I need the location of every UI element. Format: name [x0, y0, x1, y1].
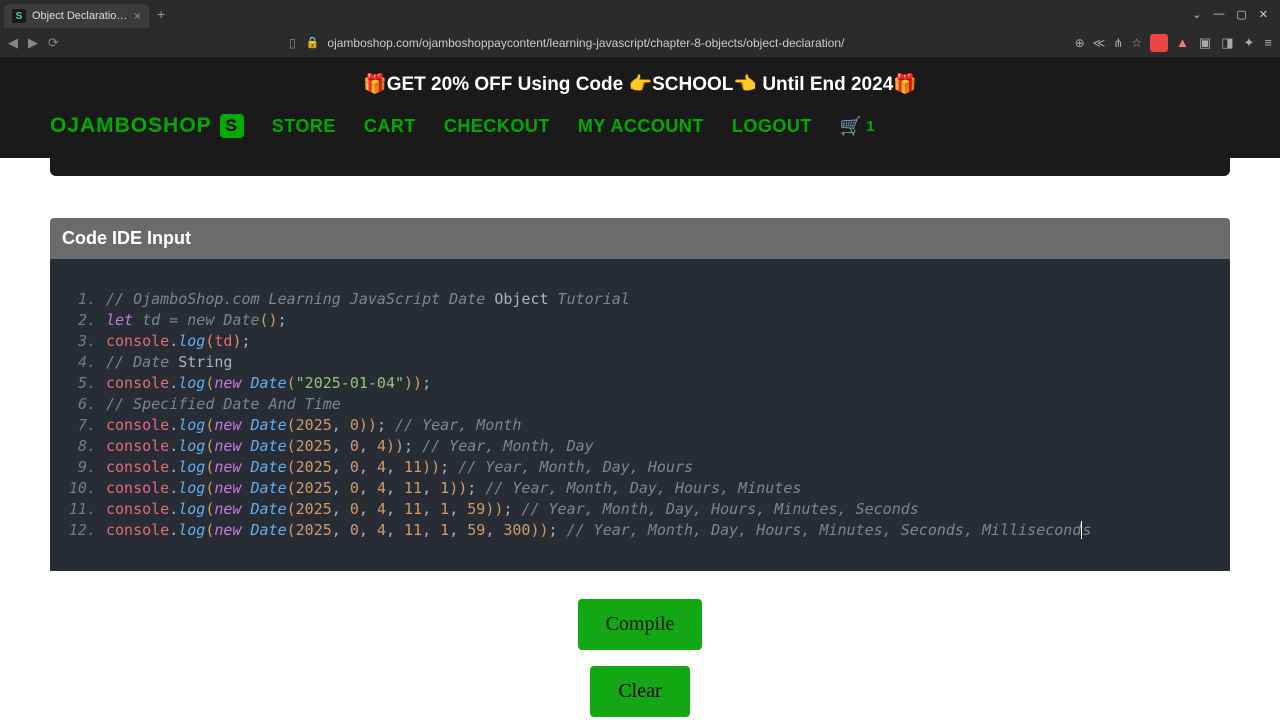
sidebar-icon[interactable]: ◨: [1221, 35, 1233, 51]
site-nav: OJAMBOSHOP S STORE CART CHECKOUT MY ACCO…: [0, 104, 1280, 158]
content-area: Code IDE Input 1.// OjamboShop.com Learn…: [0, 158, 1280, 720]
code-input-header: Code IDE Input: [50, 218, 1230, 259]
maximize-icon[interactable]: ▢: [1236, 8, 1246, 21]
code-line: 7.console.log(new Date(2025, 0)); // Yea…: [54, 415, 1218, 436]
new-tab-button[interactable]: +: [157, 6, 165, 22]
cart-icon: 🛒: [840, 116, 862, 137]
button-row: Compile Clear: [50, 573, 1230, 720]
extension-2-icon[interactable]: ▲: [1176, 35, 1189, 50]
nav-link-checkout[interactable]: CHECKOUT: [444, 116, 550, 137]
code-line: 8.console.log(new Date(2025, 0, 4)); // …: [54, 436, 1218, 457]
promo-text: 🎁GET 20% OFF Using Code 👉SCHOOL👈 Until E…: [363, 74, 917, 95]
code-line: 2.let td = new Date();: [54, 310, 1218, 331]
zoom-icon[interactable]: ⊕: [1075, 36, 1085, 50]
close-icon[interactable]: ×: [134, 9, 141, 23]
promo-banner: 🎁GET 20% OFF Using Code 👉SCHOOL👈 Until E…: [0, 58, 1280, 104]
toolbar-right: ▣ ◨ ✦ ≡: [1199, 35, 1272, 51]
tab-title: Object Declaration - Ojamb: [32, 10, 128, 22]
nav-link-store[interactable]: STORE: [272, 116, 336, 137]
favicon-icon: S: [12, 9, 26, 23]
menu-icon[interactable]: ≡: [1264, 35, 1272, 51]
url-text: ojamboshop.com/ojamboshoppaycontent/lear…: [327, 36, 844, 50]
nav-link-cart[interactable]: CART: [364, 116, 416, 137]
window-controls: ⌄ — ▢ ✕: [1192, 8, 1276, 21]
code-line: 4.// Date String: [54, 352, 1218, 373]
prev-block-bottom: [50, 158, 1230, 176]
forward-button[interactable]: ▶: [28, 35, 38, 51]
cart-widget[interactable]: 🛒 1: [840, 116, 875, 137]
reload-button[interactable]: ⟳: [48, 35, 59, 51]
code-line: 1.// OjamboShop.com Learning JavaScript …: [54, 289, 1218, 310]
code-line: 5.console.log(new Date("2025-01-04"));: [54, 373, 1218, 394]
brand-text: OJAMBOSHOP: [50, 114, 212, 138]
bookmark-star-icon[interactable]: ☆: [1131, 36, 1142, 50]
code-line: 11.console.log(new Date(2025, 0, 4, 11, …: [54, 499, 1218, 520]
page-actions: ⊕ ≪ ⋔ ☆ ▲: [1075, 34, 1189, 52]
browser-titlebar: S Object Declaration - Ojamb × + ⌄ — ▢ ✕: [0, 0, 1280, 28]
cart-count: 1: [866, 118, 874, 135]
code-line: 10.console.log(new Date(2025, 0, 4, 11, …: [54, 478, 1218, 499]
code-input-panel: Code IDE Input 1.// OjamboShop.com Learn…: [50, 218, 1230, 571]
panel-icon[interactable]: ▣: [1199, 35, 1211, 51]
back-button[interactable]: ◀: [8, 35, 18, 51]
share-icon[interactable]: ≪: [1093, 36, 1106, 50]
brand-icon: S: [220, 114, 244, 138]
code-editor[interactable]: 1.// OjamboShop.com Learning JavaScript …: [50, 259, 1230, 571]
compile-button[interactable]: Compile: [578, 599, 703, 650]
rss-icon[interactable]: ⋔: [1113, 36, 1123, 50]
bookmark-empty-icon[interactable]: ▯: [289, 36, 296, 50]
code-line: 12.console.log(new Date(2025, 0, 4, 11, …: [54, 520, 1218, 541]
nav-link-logout[interactable]: LOGOUT: [732, 116, 812, 137]
url-bar[interactable]: ▯ 🔒 ojamboshop.com/ojamboshoppaycontent/…: [69, 36, 1065, 50]
code-line: 3.console.log(td);: [54, 331, 1218, 352]
sparkle-icon[interactable]: ✦: [1244, 35, 1255, 51]
close-window-icon[interactable]: ✕: [1259, 8, 1268, 21]
page-scroll-area[interactable]: 🎁GET 20% OFF Using Code 👉SCHOOL👈 Until E…: [0, 58, 1280, 720]
browser-tab[interactable]: S Object Declaration - Ojamb ×: [4, 4, 149, 28]
brand-logo[interactable]: OJAMBOSHOP S: [50, 114, 244, 138]
code-line: 9.console.log(new Date(2025, 0, 4, 11));…: [54, 457, 1218, 478]
browser-toolbar: ◀ ▶ ⟳ ▯ 🔒 ojamboshop.com/ojamboshoppayco…: [0, 28, 1280, 58]
lock-icon: 🔒: [306, 36, 320, 49]
clear-button[interactable]: Clear: [590, 666, 689, 717]
extension-1-icon[interactable]: [1150, 34, 1168, 52]
minimize-icon[interactable]: —: [1213, 8, 1224, 21]
chevron-down-icon[interactable]: ⌄: [1192, 8, 1201, 21]
code-line: 6.// Specified Date And Time: [54, 394, 1218, 415]
nav-link-account[interactable]: MY ACCOUNT: [578, 116, 704, 137]
